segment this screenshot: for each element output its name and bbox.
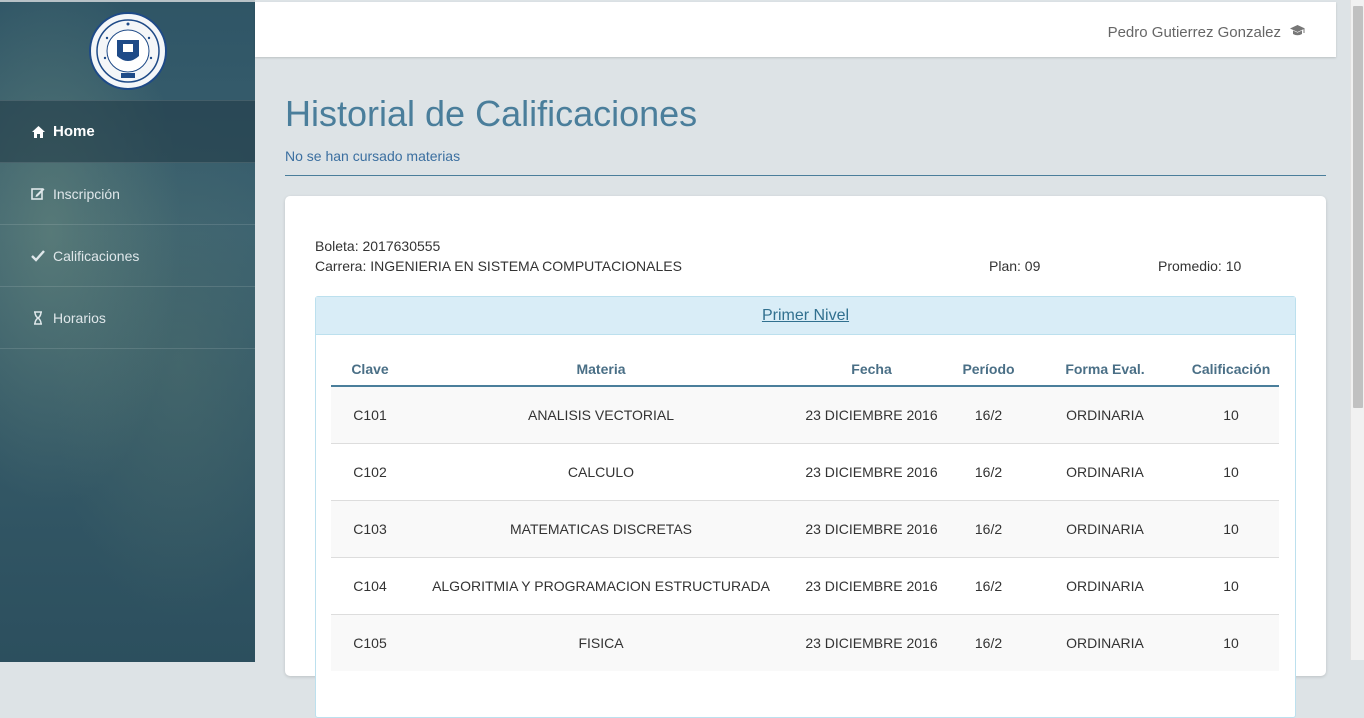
cell-calificacion: 10 [1183,500,1279,558]
cell-forma-eval: ORDINARIA [1027,557,1183,615]
sidebar-nav: Home Inscripción Calificaciones Horarios [0,100,255,349]
table-row: C105 FISICA 23 DICIEMBRE 2016 16/2 ORDIN… [331,614,1279,671]
scrollbar-thumb[interactable] [1353,6,1363,408]
hourglass-icon [30,310,46,326]
cell-forma-eval: ORDINARIA [1027,443,1183,501]
column-header-forma-eval[interactable]: Forma Eval. [1027,353,1183,387]
column-header-calificacion[interactable]: Calificación [1183,353,1279,387]
sidebar-item-label: Horarios [53,309,106,326]
cell-calificacion: 10 [1183,443,1279,501]
cell-calificacion: 10 [1183,557,1279,615]
level-panel: Primer Nivel Clave Materia Fecha Período… [315,296,1296,718]
cell-fecha: 23 DICIEMBRE 2016 [793,443,950,501]
user-menu[interactable]: Pedro Gutierrez Gonzalez [1108,24,1306,41]
sidebar-item-home[interactable]: Home [0,100,255,163]
cell-forma-eval: ORDINARIA [1027,614,1183,671]
sidebar: Home Inscripción Calificaciones Horarios [0,0,255,662]
column-header-materia[interactable]: Materia [409,353,793,387]
cell-materia: CALCULO [409,443,793,501]
graduation-cap-icon [1289,24,1306,41]
carrera-label: Carrera: INGENIERIA EN SISTEMA COMPUTACI… [315,258,682,274]
promedio-label: Promedio: 10 [1158,258,1242,274]
page-subtitle: No se han cursado materias [285,148,461,164]
sidebar-item-label: Inscripción [53,185,120,202]
primer-nivel-link[interactable]: Primer Nivel [762,307,849,325]
table-header-row: Clave Materia Fecha Período Forma Eval. … [331,353,1279,387]
university-seal-logo [88,12,167,90]
cell-materia: FISICA [409,614,793,671]
cell-materia: MATEMATICAS DISCRETAS [409,500,793,558]
cell-periodo: 16/2 [950,557,1027,615]
cell-clave: C101 [331,385,409,444]
cell-fecha: 23 DICIEMBRE 2016 [793,614,950,671]
cell-clave: C103 [331,500,409,558]
check-icon [30,248,46,264]
sidebar-item-calificaciones[interactable]: Calificaciones [0,225,255,287]
cell-forma-eval: ORDINARIA [1027,500,1183,558]
cell-periodo: 16/2 [950,385,1027,444]
logo-area [0,2,255,100]
cell-materia: ALGORITMIA Y PROGRAMACION ESTRUCTURADA [409,557,793,615]
grades-table: Clave Materia Fecha Período Forma Eval. … [331,353,1279,671]
edit-icon [30,186,46,202]
column-header-clave[interactable]: Clave [331,353,409,387]
sidebar-item-label: Calificaciones [53,247,140,264]
panel-header: Primer Nivel [316,297,1295,335]
table-row: C102 CALCULO 23 DICIEMBRE 2016 16/2 ORDI… [331,443,1279,501]
grades-card: Boleta: 2017630555 Carrera: INGENIERIA E… [285,196,1326,718]
cell-fecha: 23 DICIEMBRE 2016 [793,557,950,615]
top-bar: Pedro Gutierrez Gonzalez [255,2,1336,57]
cell-fecha: 23 DICIEMBRE 2016 [793,500,950,558]
cell-clave: C102 [331,443,409,501]
boleta-label: Boleta: 2017630555 [315,238,441,254]
page-scrollbar[interactable] [1350,0,1364,660]
column-header-periodo[interactable]: Período [950,353,1027,387]
page-title: Historial de Calificaciones [285,93,698,134]
plan-label: Plan: 09 [989,258,1041,274]
cell-fecha: 23 DICIEMBRE 2016 [793,385,950,444]
home-icon [30,124,46,140]
table-row: C103 MATEMATICAS DISCRETAS 23 DICIEMBRE … [331,500,1279,558]
user-name: Pedro Gutierrez Gonzalez [1107,24,1281,41]
cell-clave: C105 [331,614,409,671]
sidebar-item-label: Home [53,123,95,140]
column-header-fecha[interactable]: Fecha [793,353,950,387]
cell-periodo: 16/2 [950,500,1027,558]
sidebar-item-inscripcion[interactable]: Inscripción [0,163,255,225]
cell-clave: C104 [331,557,409,615]
cell-forma-eval: ORDINARIA [1027,385,1183,444]
cell-calificacion: 10 [1183,385,1279,444]
cell-periodo: 16/2 [950,443,1027,501]
title-divider [285,175,1326,176]
cell-materia: ANALISIS VECTORIAL [409,385,793,444]
cell-periodo: 16/2 [950,614,1027,671]
sidebar-item-horarios[interactable]: Horarios [0,287,255,349]
table-row: C104 ALGORITMIA Y PROGRAMACION ESTRUCTUR… [331,557,1279,615]
cell-calificacion: 10 [1183,614,1279,671]
table-row: C101 ANALISIS VECTORIAL 23 DICIEMBRE 201… [331,385,1279,444]
